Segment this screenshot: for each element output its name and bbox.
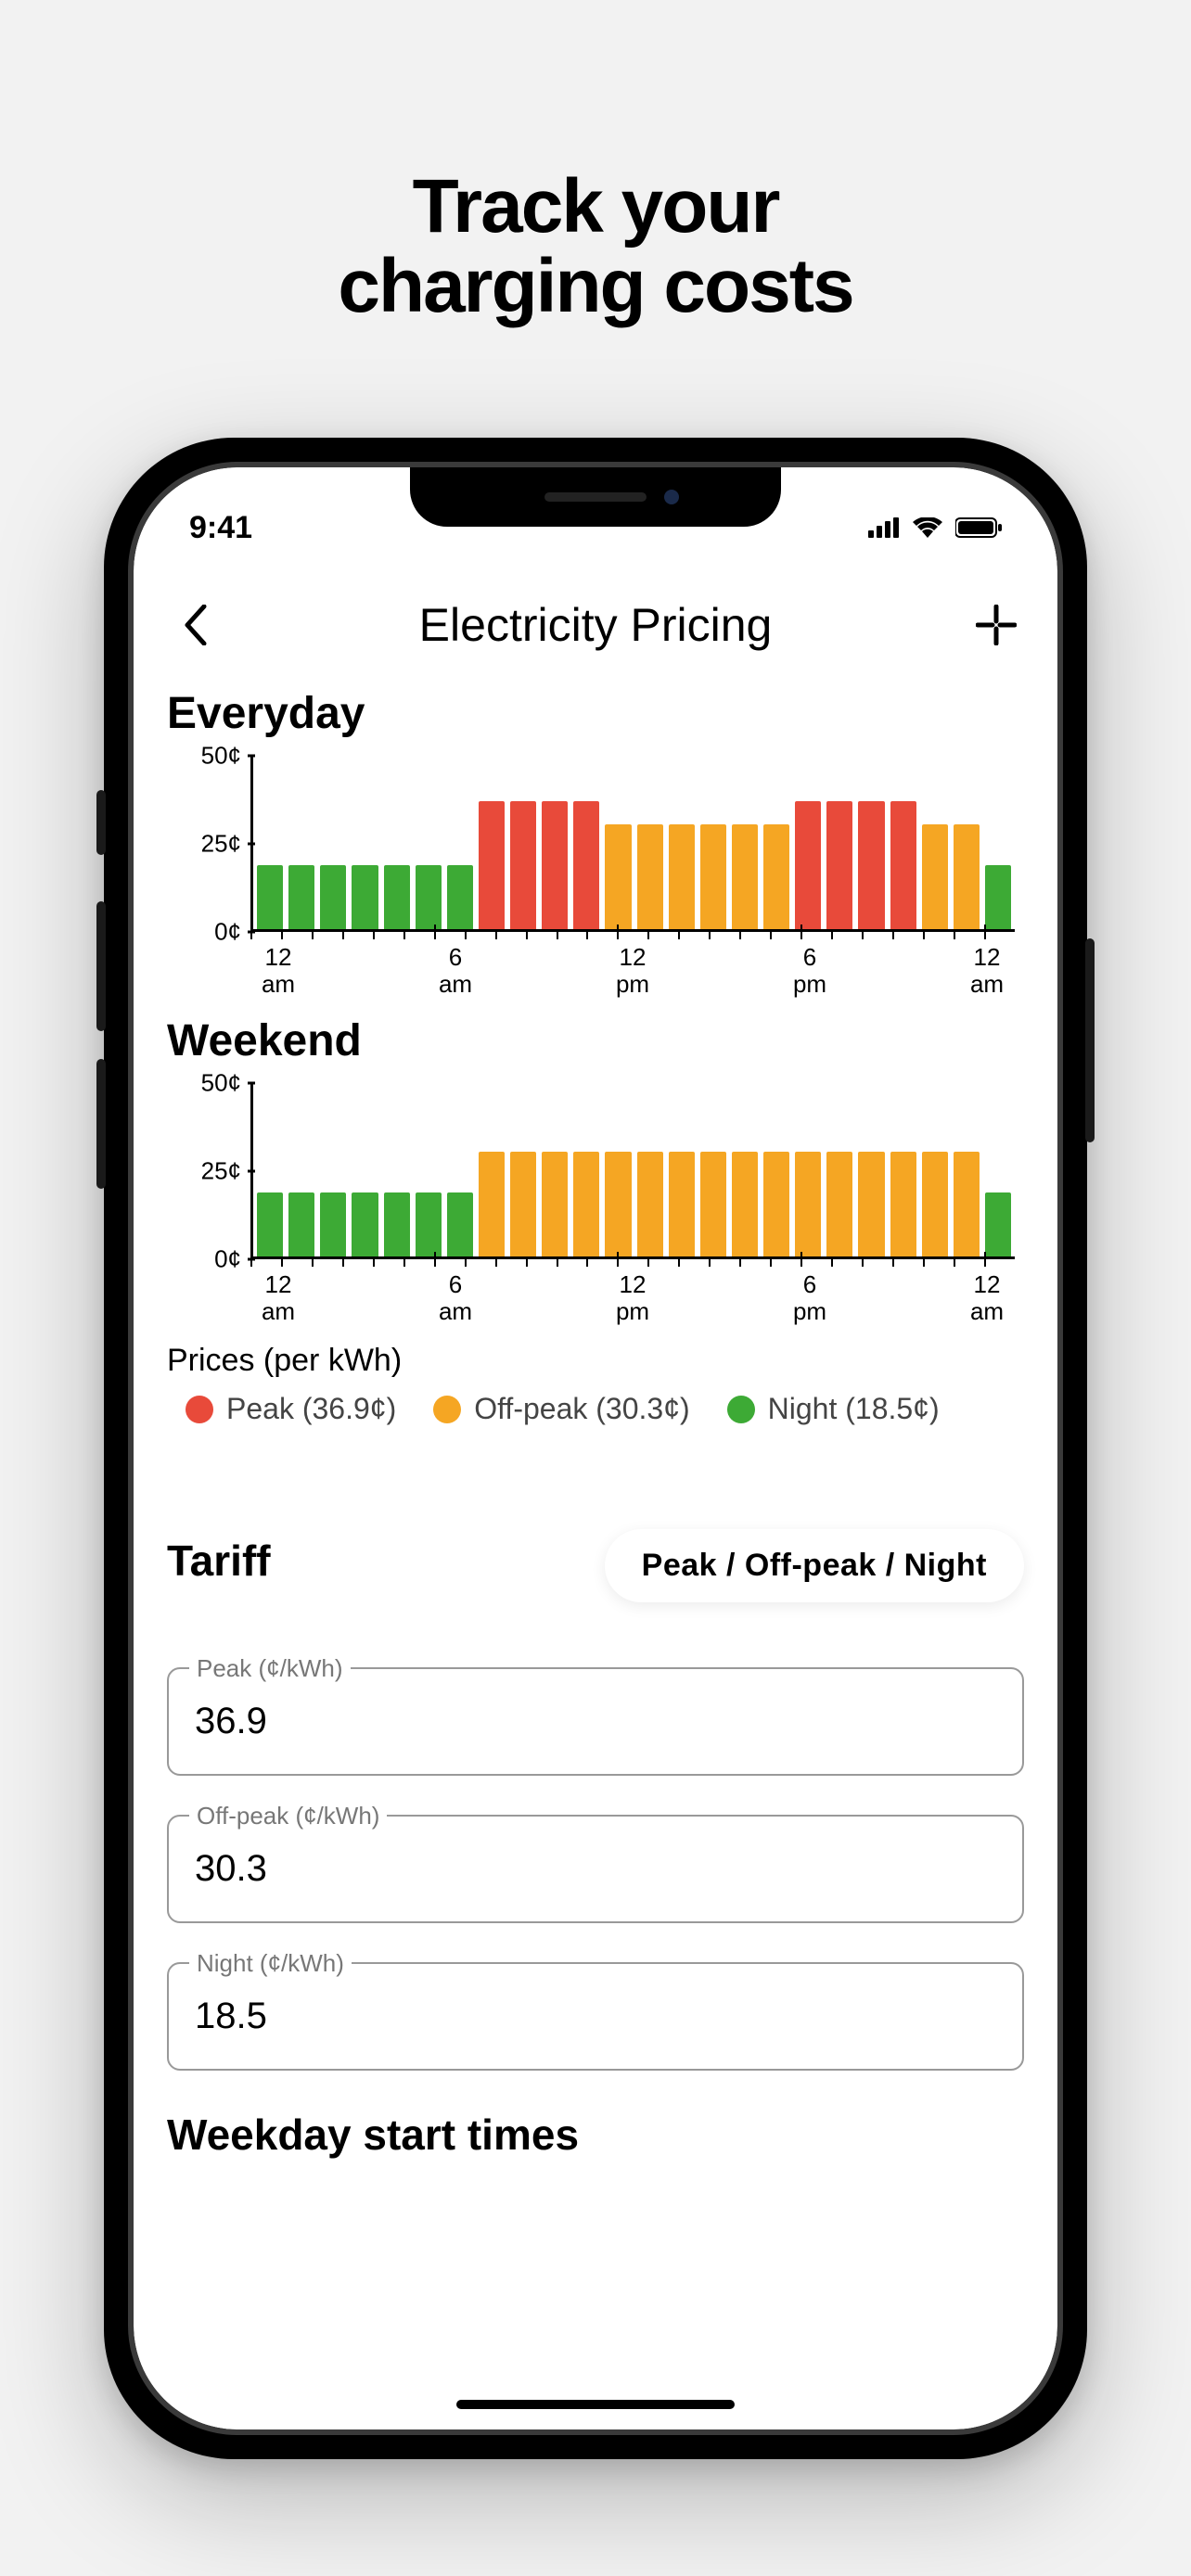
chart-everyday: 50¢ 25¢ 0¢ 12am 6am 12pm 6pm 12am <box>167 756 1024 997</box>
chart-everyday-yticks: 50¢ 25¢ 0¢ <box>167 756 250 932</box>
chart-bar <box>573 1152 599 1256</box>
phone-power-button <box>1085 938 1095 1142</box>
chart-bar <box>510 801 536 929</box>
chart-bar <box>320 865 346 929</box>
offpeak-rate-label: Off-peak (¢/kWh) <box>189 1802 387 1830</box>
chart-bar <box>352 865 378 929</box>
chart-bar <box>384 1192 410 1256</box>
phone-volume-down <box>96 1059 106 1189</box>
chart-bar <box>542 801 568 929</box>
chart-everyday-xlabels: 12am 6am 12pm 6pm 12am <box>250 944 1015 997</box>
legend-offpeak-dot <box>433 1396 461 1423</box>
chart-bar <box>795 801 821 929</box>
night-rate-field[interactable]: Night (¢/kWh) 18.5 <box>167 1962 1024 2071</box>
page-title: Electricity Pricing <box>223 598 968 652</box>
chart-bar <box>510 1152 536 1256</box>
chart-bar <box>605 1152 631 1256</box>
back-button[interactable] <box>167 597 223 653</box>
battery-icon <box>955 510 1002 546</box>
legend-title: Prices (per kWh) <box>167 1343 1024 1379</box>
legend-peak: Peak (36.9¢) <box>186 1392 396 1426</box>
chart-bar <box>479 1152 505 1256</box>
chart-bar <box>637 1152 663 1256</box>
plus-split-icon <box>976 605 1017 645</box>
chart-bar <box>922 1152 948 1256</box>
chart-bar <box>985 1192 1011 1256</box>
tariff-selector[interactable]: Peak / Off-peak / Night <box>605 1529 1024 1602</box>
chart-everyday-title: Everyday <box>167 688 1024 739</box>
chart-weekend-yticks: 50¢ 25¢ 0¢ <box>167 1083 250 1259</box>
home-indicator[interactable] <box>456 2400 735 2409</box>
chart-bar <box>384 865 410 929</box>
chevron-left-icon <box>182 605 208 645</box>
chart-bar <box>257 865 283 929</box>
offpeak-rate-value: 30.3 <box>195 1848 996 1890</box>
chart-bar <box>320 1192 346 1256</box>
chart-bar <box>858 1152 884 1256</box>
phone-frame: 9:41 Electricity Pricing <box>104 438 1087 2459</box>
chart-bar <box>954 824 980 929</box>
chart-weekend-title: Weekend <box>167 1015 1024 1066</box>
tariff-heading: Tariff <box>167 1536 271 1586</box>
status-time: 9:41 <box>189 510 252 546</box>
offpeak-rate-field[interactable]: Off-peak (¢/kWh) 30.3 <box>167 1815 1024 1923</box>
chart-bar <box>763 824 789 929</box>
night-rate-label: Night (¢/kWh) <box>189 1949 352 1978</box>
legend-peak-dot <box>186 1396 213 1423</box>
chart-bar <box>479 801 505 929</box>
chart-bar <box>826 1152 852 1256</box>
chart-bar <box>669 824 695 929</box>
chart-bar <box>922 824 948 929</box>
phone-notch <box>410 467 781 527</box>
legend-night-dot <box>727 1396 755 1423</box>
chart-bar <box>352 1192 378 1256</box>
phone-volume-up <box>96 901 106 1031</box>
chart-weekend: 50¢ 25¢ 0¢ 12am 6am 12pm 6pm 12am <box>167 1083 1024 1324</box>
chart-bar <box>763 1152 789 1256</box>
chart-bar <box>288 865 314 929</box>
legend: Peak (36.9¢) Off-peak (30.3¢) Night (18.… <box>167 1392 1024 1426</box>
chart-bar <box>732 1152 758 1256</box>
promo-headline: Track your charging costs <box>338 167 852 326</box>
cellular-signal-icon <box>868 510 900 546</box>
chart-bar <box>795 1152 821 1256</box>
night-rate-value: 18.5 <box>195 1996 996 2037</box>
chart-bar <box>542 1152 568 1256</box>
chart-bar <box>985 865 1011 929</box>
phone-mute-switch <box>96 790 106 855</box>
chart-bar <box>669 1152 695 1256</box>
peak-rate-label: Peak (¢/kWh) <box>189 1654 351 1683</box>
weekday-start-times-heading: Weekday start times <box>167 2110 1024 2160</box>
chart-bar <box>700 1152 726 1256</box>
chart-bar <box>732 824 758 929</box>
chart-bar <box>573 801 599 929</box>
chart-bar <box>826 801 852 929</box>
chart-bar <box>637 824 663 929</box>
chart-bar <box>416 865 442 929</box>
chart-bar <box>257 1192 283 1256</box>
peak-rate-value: 36.9 <box>195 1701 996 1742</box>
peak-rate-field[interactable]: Peak (¢/kWh) 36.9 <box>167 1667 1024 1776</box>
chart-bar <box>288 1192 314 1256</box>
chart-bar <box>890 801 916 929</box>
wifi-icon <box>913 510 942 546</box>
chart-bar <box>700 824 726 929</box>
chart-bar <box>447 865 473 929</box>
chart-weekend-xlabels: 12am 6am 12pm 6pm 12am <box>250 1271 1015 1324</box>
chart-bar <box>858 801 884 929</box>
legend-night: Night (18.5¢) <box>727 1392 940 1426</box>
add-button[interactable] <box>968 597 1024 653</box>
chart-bar <box>890 1152 916 1256</box>
chart-bar <box>954 1152 980 1256</box>
chart-bar <box>416 1192 442 1256</box>
legend-offpeak: Off-peak (30.3¢) <box>433 1392 689 1426</box>
chart-bar <box>447 1192 473 1256</box>
chart-bar <box>605 824 631 929</box>
